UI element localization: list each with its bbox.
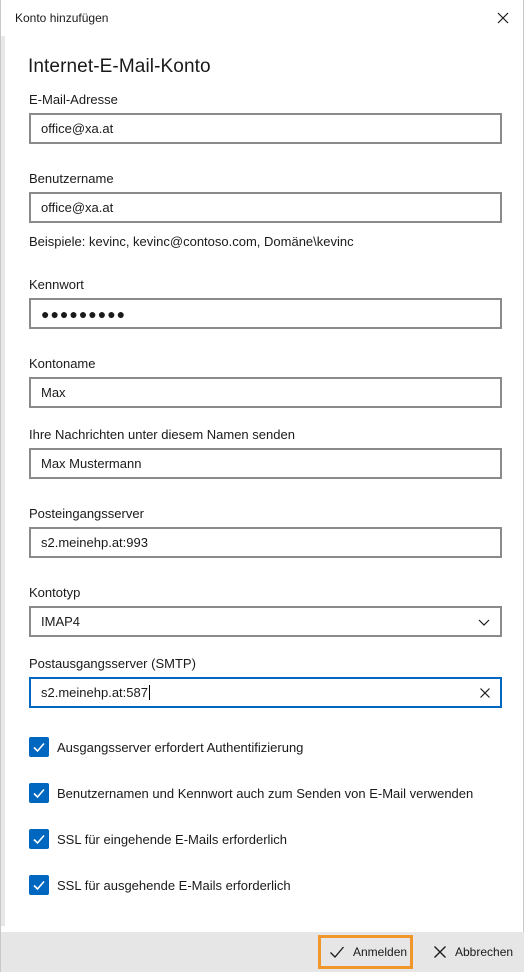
username-label: Benutzername — [29, 171, 114, 186]
password-field[interactable]: ●●●●●●●●● — [29, 298, 502, 329]
password-value: ●●●●●●●●● — [41, 305, 127, 322]
email-value: office@xa.at — [41, 121, 114, 136]
window-title: Konto hinzufügen — [15, 11, 109, 25]
checkbox-row-ssl-outgoing[interactable]: SSL für ausgehende E-Mails erforderlich — [29, 875, 291, 895]
send-name-field[interactable]: Max Mustermann — [29, 448, 502, 479]
title-bar: Konto hinzufügen — [1, 0, 524, 36]
account-type-value: IMAP4 — [41, 614, 81, 629]
account-name-value: Max — [41, 385, 66, 400]
cancel-label: Abbrechen — [455, 945, 514, 959]
email-label: E-Mail-Adresse — [29, 92, 118, 107]
checkmark-icon — [33, 742, 45, 753]
auth-checkbox-label: Ausgangsserver erfordert Authentifizieru… — [57, 739, 304, 755]
add-account-dialog: Konto hinzufügen Internet-E-Mail-Konto E… — [0, 0, 524, 972]
checkmark-icon — [330, 946, 344, 958]
cancel-button[interactable]: Abbrechen — [429, 935, 521, 969]
checkbox-row-auth[interactable]: Ausgangsserver erfordert Authentifizieru… — [29, 737, 303, 757]
sign-in-button[interactable]: Anmelden — [318, 935, 413, 969]
outgoing-server-label: Postausgangsserver (SMTP) — [29, 656, 196, 671]
chevron-down-icon — [478, 619, 490, 626]
ssl-outgoing-checkbox-label: SSL für ausgehende E-Mails erforderlich — [57, 877, 291, 893]
account-name-field[interactable]: Max — [29, 377, 502, 408]
page-title: Internet-E-Mail-Konto — [28, 56, 211, 77]
ssl-incoming-checkbox-label: SSL für eingehende E-Mails erforderlich — [57, 831, 288, 847]
username-hint: Beispiele: kevinc, kevinc@contoso.com, D… — [29, 234, 354, 249]
incoming-server-field[interactable]: s2.meinehp.at:993 — [29, 527, 502, 558]
checkmark-icon — [33, 834, 45, 845]
ssl-outgoing-checkbox[interactable] — [29, 875, 49, 895]
incoming-server-value: s2.meinehp.at:993 — [41, 535, 148, 550]
account-name-label: Kontoname — [29, 356, 96, 371]
close-button[interactable] — [491, 6, 515, 30]
same-credentials-checkbox[interactable] — [29, 783, 49, 803]
password-label: Kennwort — [29, 277, 84, 292]
left-edge-strip — [1, 36, 5, 926]
send-name-label: Ihre Nachrichten unter diesem Namen send… — [29, 427, 295, 442]
account-type-label: Kontotyp — [29, 585, 81, 600]
auth-checkbox[interactable] — [29, 737, 49, 757]
same-credentials-checkbox-label: Benutzernamen und Kennwort auch zum Send… — [57, 785, 474, 801]
send-name-value: Max Mustermann — [41, 456, 142, 471]
outgoing-server-field[interactable]: s2.meinehp.at:587 — [29, 677, 502, 708]
account-type-select[interactable]: IMAP4 — [29, 606, 502, 637]
ssl-incoming-checkbox[interactable] — [29, 829, 49, 849]
text-caret — [148, 685, 150, 700]
checkbox-row-same-credentials[interactable]: Benutzernamen und Kennwort auch zum Send… — [29, 783, 473, 803]
checkmark-icon — [33, 880, 45, 891]
close-icon — [497, 12, 509, 24]
clear-icon[interactable] — [479, 687, 491, 699]
username-value: office@xa.at — [41, 200, 114, 215]
email-field[interactable]: office@xa.at — [29, 113, 502, 144]
close-icon — [434, 946, 446, 958]
sign-in-label: Anmelden — [353, 945, 408, 959]
incoming-server-label: Posteingangsserver — [29, 506, 144, 521]
outgoing-server-value: s2.meinehp.at:587 — [41, 685, 148, 700]
checkmark-icon — [33, 788, 45, 799]
checkbox-row-ssl-incoming[interactable]: SSL für eingehende E-Mails erforderlich — [29, 829, 287, 849]
username-field[interactable]: office@xa.at — [29, 192, 502, 223]
